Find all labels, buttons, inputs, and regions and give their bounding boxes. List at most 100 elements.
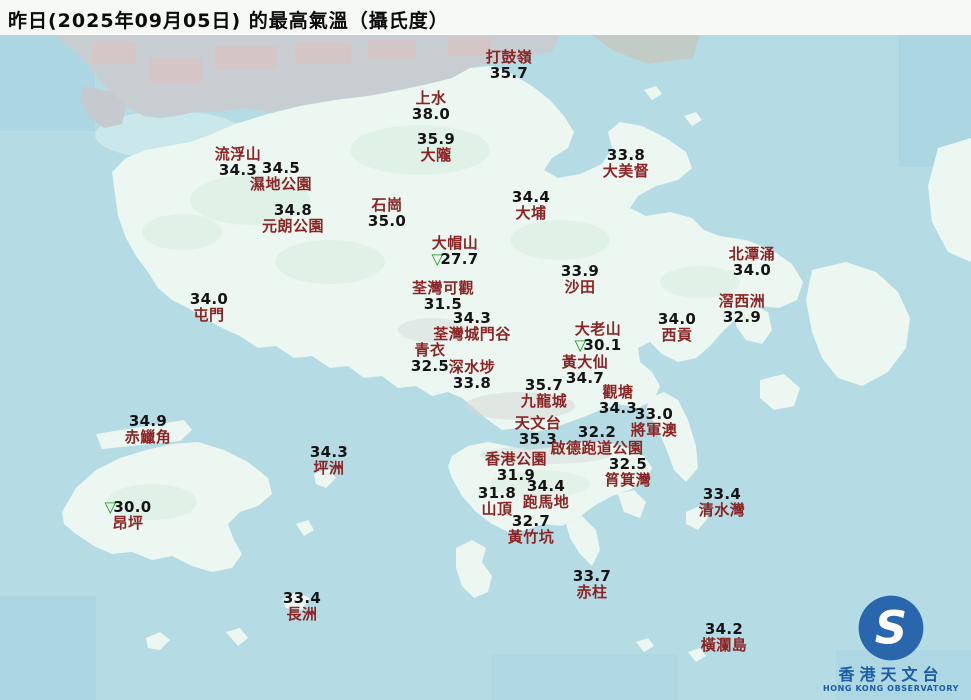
station: 34.5 濕地公園 (250, 160, 312, 192)
station-temp-line: 33.4 (283, 590, 321, 606)
station: 青衣 32.5 (411, 342, 449, 374)
station: ▽30.0 昂坪 (104, 499, 151, 531)
station-temperature: 27.7 (440, 250, 479, 268)
station-name: 跑馬地 (522, 493, 570, 511)
station-temp-line: ▽30.0 (104, 499, 151, 515)
station: 34.3 荃灣城門谷 (433, 310, 511, 342)
station-temperature: 35.0 (367, 212, 407, 230)
station-temp-line: 32.7 (508, 513, 555, 529)
station-name: 大帽山 (431, 234, 479, 252)
station-name: 荃灣可觀 (411, 279, 475, 297)
station-temp-line: 34.3 (310, 444, 348, 460)
station-name: 昂坪 (112, 514, 144, 532)
station-temp-line: ▽30.1 (574, 337, 621, 353)
station: 黃大仙 34.7 (562, 354, 609, 386)
station-name: 大老山 (574, 320, 622, 338)
station-temperature: 32.9 (722, 308, 762, 326)
station-name: 大美督 (602, 162, 650, 180)
station-name: 青衣 (414, 341, 446, 359)
station-name: 啟德跑道公園 (550, 439, 644, 457)
station: 33.4 清水灣 (699, 486, 746, 518)
station-name: 長洲 (286, 605, 318, 623)
station-temp-line: 34.0 (658, 311, 696, 327)
station-temp-line: 33.7 (573, 568, 611, 584)
station: 深水埗 33.8 (449, 359, 496, 391)
station-name: 打鼓嶺 (485, 48, 533, 66)
station-name: 香港公園 (484, 450, 548, 468)
station-name: 將軍澳 (630, 421, 678, 439)
station-temp-line: 34.0 (729, 262, 776, 278)
station-name: 大隴 (420, 146, 452, 164)
station-temp-line: 34.4 (512, 189, 550, 205)
station-temp-line: 33.8 (449, 375, 496, 391)
station-temp-line: 34.2 (701, 621, 748, 637)
station: 35.7 九龍城 (521, 377, 568, 409)
station-temp-line: 33.4 (699, 486, 746, 502)
station-name: 清水灣 (698, 501, 746, 519)
station: 33.4 長洲 (283, 590, 321, 622)
station-name: 九龍城 (520, 392, 568, 410)
station-name: 赤鱲角 (124, 428, 172, 446)
station-temp-line: 38.0 (412, 106, 450, 122)
station-name: 大埔 (515, 204, 547, 222)
station-temp-line: 34.0 (190, 291, 228, 307)
station: 33.9 沙田 (561, 263, 599, 295)
station-temp-line: 34.9 (125, 413, 172, 429)
station-temp-line: 31.8 (478, 485, 516, 501)
station: 33.7 赤柱 (573, 568, 611, 600)
station-temperature: 33.8 (452, 374, 492, 392)
station-temp-line: 33.8 (603, 147, 650, 163)
station-name: 石崗 (371, 196, 403, 214)
station-name: 黃竹坑 (507, 528, 555, 546)
station: 34.0 屯門 (190, 291, 228, 323)
station-name: 元朗公園 (261, 217, 325, 235)
station: 34.8 元朗公園 (262, 202, 324, 234)
station-name: 橫瀾島 (700, 636, 748, 654)
hko-logo-icon: S (858, 595, 924, 661)
station-name: 觀塘 (602, 383, 634, 401)
station-temperature: 32.5 (410, 357, 450, 375)
station: 35.9 大隴 (417, 131, 455, 163)
station-temp-line: 32.5 (605, 456, 652, 472)
station-temp-line: 34.8 (262, 202, 324, 218)
station: 滘西洲 32.9 (719, 293, 766, 325)
station-name: 屯門 (193, 306, 225, 324)
station-temp-line: 32.2 (550, 424, 643, 440)
station-name: 上水 (415, 89, 447, 107)
station-temp-line: 35.9 (417, 131, 455, 147)
hko-logo-english: HONG KONG OBSERVATORY (822, 684, 960, 693)
station-temp-line: ▽27.7 (431, 251, 478, 267)
station-name: 坪洲 (313, 459, 345, 477)
station-temperature: 30.1 (583, 336, 622, 354)
station: 34.9 赤鱲角 (125, 413, 172, 445)
station-temperature: 38.0 (411, 105, 451, 123)
station-temp-line: 33.0 (631, 406, 678, 422)
station-temperature: 35.7 (489, 64, 529, 82)
station: 上水 38.0 (412, 90, 450, 122)
station-temp-line: 34.4 (523, 478, 570, 494)
station: 34.4 跑馬地 (523, 478, 570, 510)
hko-logo: S 香港天文台 HONG KONG OBSERVATORY (821, 592, 961, 694)
station: 33.0 將軍澳 (631, 406, 678, 438)
station: 34.2 橫瀾島 (701, 621, 748, 653)
station: 34.4 大埔 (512, 189, 550, 221)
station-temp-line: 32.5 (411, 358, 449, 374)
station-name: 黃大仙 (561, 353, 609, 371)
station: 34.3 坪洲 (310, 444, 348, 476)
station: 荃灣可觀 31.5 (412, 280, 474, 312)
station: 32.7 黃竹坑 (508, 513, 555, 545)
station-temp-line: 35.7 (521, 377, 568, 393)
station-temp-line: 35.0 (368, 213, 406, 229)
hko-logo-chinese: 香港天文台 (838, 665, 944, 684)
station: 打鼓嶺 35.7 (486, 49, 533, 81)
station: 大老山 ▽30.1 (574, 321, 621, 353)
station-name: 赤柱 (576, 583, 608, 601)
station-temp-line: 35.7 (486, 65, 533, 81)
station-temp-line: 32.9 (719, 309, 766, 325)
station-name: 荃灣城門谷 (433, 325, 511, 343)
station: 32.5 筲箕灣 (605, 456, 652, 488)
station: 33.8 大美督 (603, 147, 650, 179)
station-name: 滘西洲 (718, 292, 766, 310)
station: 32.2 啟德跑道公園 (550, 424, 643, 456)
station-temp-line: 34.5 (250, 160, 312, 176)
